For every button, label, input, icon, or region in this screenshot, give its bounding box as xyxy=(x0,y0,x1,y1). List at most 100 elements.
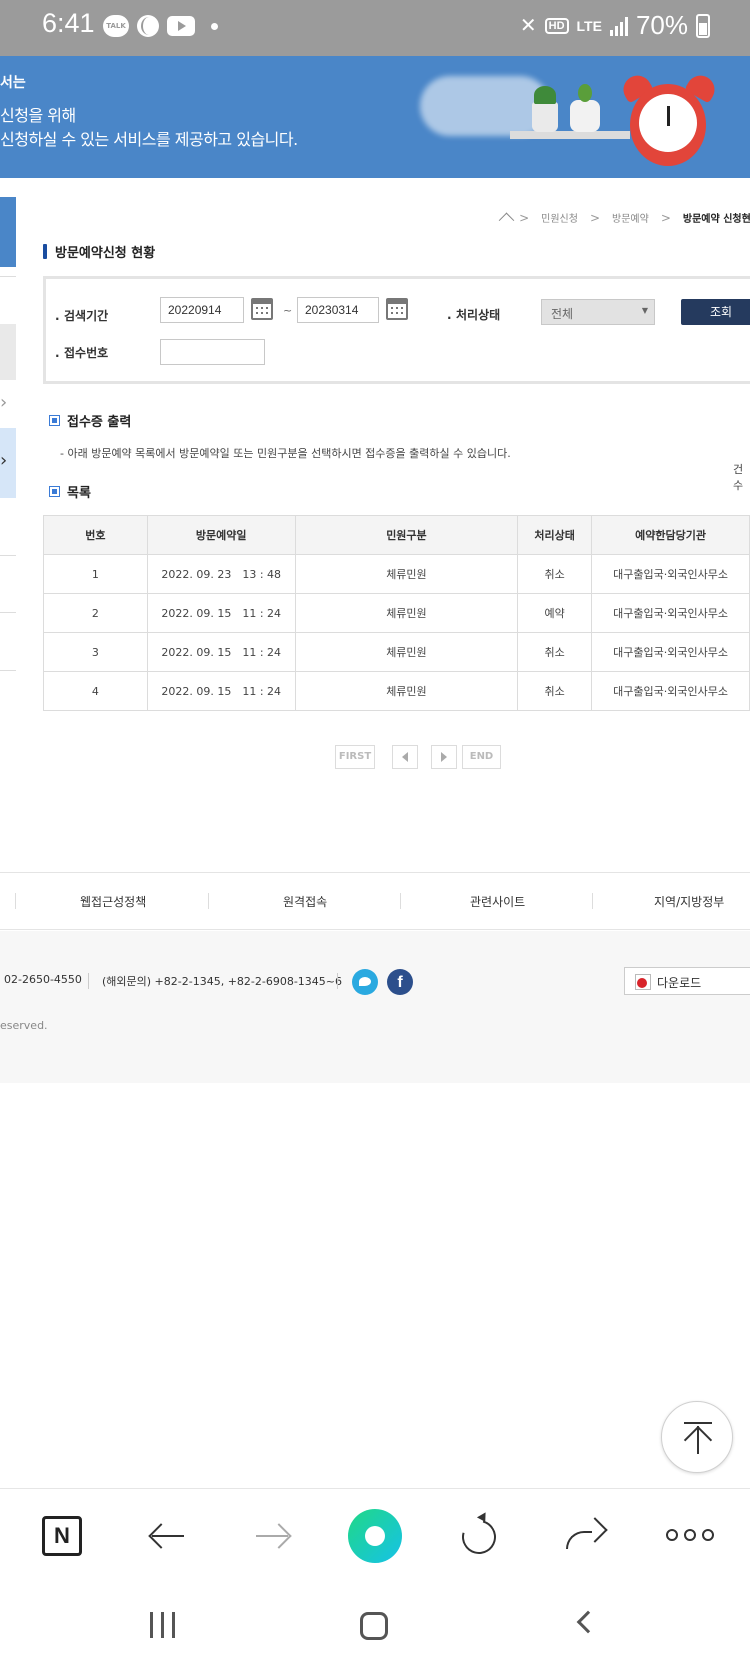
copyright-text: eserved. xyxy=(0,1019,48,1032)
cell-office: 대구출입국·외국인사무소 xyxy=(591,554,750,594)
table-row: 4 2022. 09. 15 11 : 24 체류민원 취소 대구출입국·외국인… xyxy=(43,671,750,711)
reservation-table: 번호 방문예약일 민원구분 처리상태 예약한담당기관 1 2022. 09. 2… xyxy=(43,515,750,711)
reload-icon[interactable] xyxy=(455,1513,503,1561)
arrow-up-icon xyxy=(697,1426,699,1454)
date-range-tilde: ~ xyxy=(283,304,293,317)
banner-line-3: 신청하실 수 있는 서비스를 제공하고 있습니다. xyxy=(0,130,298,149)
search-form: 검색기간 ~ 처리상태 전체 ▼ 조회 접수번호 xyxy=(43,276,750,384)
kakaotalk-icon: TALK xyxy=(103,15,129,37)
table-row: 1 2022. 09. 23 13 : 48 체류민원 취소 대구출입국·외국인… xyxy=(43,554,750,594)
footer-divider xyxy=(15,893,16,909)
scroll-to-top-button[interactable] xyxy=(661,1401,733,1473)
naver-icon[interactable]: N xyxy=(42,1516,82,1556)
status-select[interactable]: 전체 ▼ xyxy=(541,299,655,325)
download-button[interactable]: 다운로드 xyxy=(624,967,750,995)
date-to-input[interactable] xyxy=(297,297,379,323)
facebook-icon[interactable]: f xyxy=(387,969,413,995)
share-icon[interactable] xyxy=(566,1517,608,1551)
hd-voice-icon: HD xyxy=(544,17,569,34)
receipt-number-label: 접수번호 xyxy=(55,344,108,361)
cell-visit-date[interactable]: 2022. 09. 15 11 : 24 xyxy=(146,593,296,633)
header-banner: 서는 신청을 위해 신청하실 수 있는 서비스를 제공하고 있습니다. xyxy=(0,56,750,178)
first-page-button[interactable]: FIRST xyxy=(335,745,375,769)
receipt-description: - 아래 방문예약 목록에서 방문예약일 또는 민원구분을 선택하시면 접수증을… xyxy=(60,447,511,460)
chevron-left-icon xyxy=(402,752,408,762)
cell-status: 취소 xyxy=(517,671,593,711)
page-title: 방문예약신청 현황 xyxy=(43,242,155,261)
table-row: 3 2022. 09. 15 11 : 24 체류민원 취소 대구출입국·외국인… xyxy=(43,632,750,672)
lte-icon: LTE xyxy=(576,17,602,34)
battery-percent: 70% xyxy=(635,10,688,40)
chevron-right-icon[interactable]: › xyxy=(0,392,16,413)
side-menu-item[interactable] xyxy=(0,324,16,380)
back-arrow-icon[interactable] xyxy=(152,1535,184,1537)
notification-icons: TALK xyxy=(103,15,218,37)
column-header: 처리상태 xyxy=(517,515,593,555)
cloud-illustration xyxy=(420,76,550,136)
overseas-contact: (해외문의) +82-2-1345, +82-2-6908-1345~6 xyxy=(102,975,343,988)
arrow-up-icon xyxy=(684,1422,712,1424)
receipt-number-input[interactable] xyxy=(160,339,265,365)
breadcrumb: > 민원신청 > 방문예약 > 방문예약 신청현황 xyxy=(500,210,750,226)
side-menu-divider xyxy=(0,670,16,671)
twitter-icon[interactable] xyxy=(352,969,378,995)
cell-office: 대구출입국·외국인사무소 xyxy=(591,671,750,711)
sports-ball-icon xyxy=(137,15,159,37)
cell-no: 1 xyxy=(43,554,148,594)
search-button[interactable]: 조회 xyxy=(681,299,750,325)
home-icon[interactable] xyxy=(500,212,507,224)
mute-icon: ✕ xyxy=(519,15,537,37)
cell-status: 취소 xyxy=(517,632,593,672)
contact-phone: 02-2650-4550 xyxy=(4,973,82,986)
green-dot-home-icon[interactable] xyxy=(348,1509,402,1563)
breadcrumb-item[interactable]: 방문예약 xyxy=(612,210,649,225)
chevron-right-icon[interactable]: › xyxy=(0,450,16,471)
footer-divider xyxy=(88,973,89,989)
cell-visit-date[interactable]: 2022. 09. 15 11 : 24 xyxy=(146,671,296,711)
cell-visit-date[interactable]: 2022. 09. 15 11 : 24 xyxy=(146,632,296,672)
cell-no: 3 xyxy=(43,632,148,672)
breadcrumb-separator: > xyxy=(660,210,671,225)
last-page-button[interactable]: END xyxy=(462,745,501,769)
breadcrumb-item[interactable]: 민원신청 xyxy=(541,210,578,225)
plant-pot-illustration xyxy=(532,86,558,132)
chevron-right-icon xyxy=(441,752,447,762)
date-from-input[interactable] xyxy=(160,297,244,323)
calendar-icon[interactable] xyxy=(386,298,408,320)
next-page-button[interactable] xyxy=(431,745,457,769)
footer-link[interactable]: 원격접속 xyxy=(283,893,327,910)
footer-link[interactable]: 지역/지방정부 xyxy=(654,893,724,910)
forward-arrow-icon[interactable] xyxy=(256,1535,288,1537)
back-icon[interactable] xyxy=(576,1610,600,1634)
cell-complaint-type[interactable]: 체류민원 xyxy=(294,632,519,672)
cell-complaint-type[interactable]: 체류민원 xyxy=(294,671,519,711)
breadcrumb-separator: > xyxy=(589,210,601,225)
download-label: 다운로드 xyxy=(657,976,702,990)
footer-divider xyxy=(400,893,401,909)
youtube-icon xyxy=(167,16,195,36)
count-label: 건수 xyxy=(733,463,744,492)
cell-complaint-type[interactable]: 체류민원 xyxy=(294,593,519,633)
side-menu-divider xyxy=(0,612,16,613)
table-header-row: 번호 방문예약일 민원구분 처리상태 예약한담당기관 xyxy=(43,515,750,555)
footer-links: 웹접근성정책 원격접속 관련사이트 지역/지방정부 xyxy=(0,872,750,930)
column-header: 예약한담당기관 xyxy=(591,515,750,555)
side-menu-divider xyxy=(0,276,16,277)
footer-link[interactable]: 웹접근성정책 xyxy=(80,893,146,910)
calendar-icon[interactable] xyxy=(251,298,273,320)
cell-no: 2 xyxy=(43,593,148,633)
more-icon[interactable] xyxy=(666,1529,714,1541)
footer-divider xyxy=(208,893,209,909)
recents-icon[interactable] xyxy=(150,1612,175,1638)
status-bar: 6:41 TALK ✕ HD LTE 70% xyxy=(0,0,750,56)
cell-complaint-type[interactable]: 체류민원 xyxy=(294,554,519,594)
footer-link[interactable]: 관련사이트 xyxy=(470,893,525,910)
footer-divider xyxy=(592,893,593,909)
home-button-icon[interactable] xyxy=(360,1612,388,1640)
prev-page-button[interactable] xyxy=(392,745,418,769)
shelf-illustration xyxy=(510,131,630,139)
battery-icon xyxy=(696,13,710,38)
list-section-title: 목록 xyxy=(49,482,91,501)
cell-visit-date[interactable]: 2022. 09. 23 13 : 48 xyxy=(146,554,296,594)
side-menu-header[interactable] xyxy=(0,197,16,267)
